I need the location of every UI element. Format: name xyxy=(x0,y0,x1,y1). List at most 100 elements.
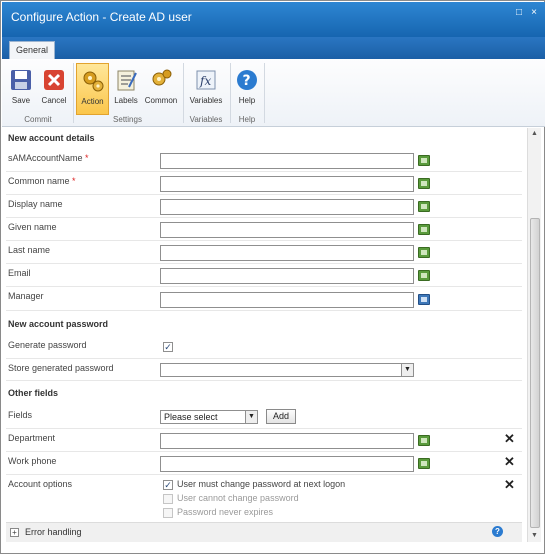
department-label: Department xyxy=(8,433,56,443)
form-row-fields: Fields Please select ▼ Add xyxy=(6,406,522,429)
store-generated-password-label: Store generated password xyxy=(8,363,114,373)
error-handling-label: Error handling xyxy=(25,527,82,537)
email-label: Email xyxy=(8,268,31,278)
help-icon[interactable]: ? xyxy=(492,526,503,537)
password-never-expires-checkbox[interactable] xyxy=(163,508,173,518)
common-button[interactable]: Common xyxy=(143,63,179,115)
fields-label: Fields xyxy=(8,410,33,420)
remove-account-options-icon[interactable]: ✕ xyxy=(504,477,515,493)
generate-password-checkbox[interactable]: ✓ xyxy=(163,342,173,352)
scroll-down-arrow-icon[interactable]: ▼ xyxy=(528,530,541,542)
variable-picker-icon[interactable] xyxy=(418,155,430,166)
must-change-password-label: User must change password at next logon xyxy=(177,479,346,489)
form-row-last-name: Last name xyxy=(6,241,522,264)
form-row-manager: Manager xyxy=(6,287,522,311)
dialog-window: Configure Action - Create AD user □ × Ge… xyxy=(0,0,545,554)
generate-password-label: Generate password xyxy=(8,340,87,350)
ribbon-tab-strip: General xyxy=(2,37,545,59)
ribbon: Save Cancel Commit Action Labels Common … xyxy=(2,59,545,127)
manager-input[interactable] xyxy=(160,292,414,308)
title-bar: Configure Action - Create AD user □ × xyxy=(2,2,545,37)
form-row-samaccountname: sAMAccountName * xyxy=(6,149,522,172)
restore-icon[interactable]: □ xyxy=(513,7,525,19)
department-input[interactable] xyxy=(160,433,414,449)
variable-picker-icon[interactable] xyxy=(418,201,430,212)
fields-select[interactable]: Please select ▼ xyxy=(160,410,258,424)
scrollbar-thumb[interactable] xyxy=(530,218,540,528)
chevron-down-icon: ▼ xyxy=(245,411,257,423)
group-label-commit: Commit xyxy=(24,115,52,124)
vertical-scrollbar[interactable]: ▲ ▼ xyxy=(527,128,541,542)
store-generated-password-select[interactable]: ▼ xyxy=(160,363,414,377)
scroll-up-arrow-icon[interactable]: ▲ xyxy=(528,128,541,140)
section-new-account-details: New account details xyxy=(8,133,95,143)
common-name-label: Common name xyxy=(8,176,70,186)
chevron-down-icon: ▼ xyxy=(401,364,413,376)
close-icon[interactable]: × xyxy=(528,7,540,19)
group-separator xyxy=(183,63,184,123)
samaccountname-label: sAMAccountName xyxy=(8,153,83,163)
account-options-label: Account options xyxy=(8,479,73,489)
cancel-icon xyxy=(44,70,64,90)
save-button[interactable]: Save xyxy=(6,63,36,115)
email-input[interactable] xyxy=(160,268,414,284)
work-phone-input[interactable] xyxy=(160,456,414,472)
variable-picker-icon[interactable] xyxy=(418,458,430,469)
action-gear-icon xyxy=(83,71,103,92)
last-name-input[interactable] xyxy=(160,245,414,261)
group-separator xyxy=(264,63,265,123)
samaccountname-input[interactable] xyxy=(160,153,414,169)
svg-text:fx: fx xyxy=(199,74,211,88)
last-name-label: Last name xyxy=(8,245,51,255)
common-name-input[interactable] xyxy=(160,176,414,192)
variable-picker-icon[interactable] xyxy=(418,435,430,446)
remove-work-phone-icon[interactable]: ✕ xyxy=(504,454,515,470)
remove-department-icon[interactable]: ✕ xyxy=(504,431,515,447)
form-row-work-phone: Work phone ✕ xyxy=(6,452,522,475)
form-row-generate-password: Generate password ✓ xyxy=(6,336,522,359)
form-row-common-name: Common name * xyxy=(6,172,522,195)
form-content: New account details sAMAccountName * Com… xyxy=(6,128,526,543)
error-handling-bar[interactable]: + Error handling ? xyxy=(6,522,522,542)
work-phone-label: Work phone xyxy=(8,456,57,466)
form-row-store-generated-password: Store generated password ▼ xyxy=(6,359,522,381)
variable-picker-icon[interactable] xyxy=(418,270,430,281)
group-label-settings: Settings xyxy=(113,115,142,124)
display-name-label: Display name xyxy=(8,199,63,209)
variable-picker-icon[interactable] xyxy=(418,224,430,235)
variables-button[interactable]: fx Variables xyxy=(186,63,226,115)
tab-general[interactable]: General xyxy=(9,41,55,59)
required-marker: * xyxy=(85,153,89,163)
expand-icon[interactable]: + xyxy=(10,528,19,537)
must-change-password-checkbox[interactable]: ✓ xyxy=(163,480,173,490)
form-row-account-options: Account options ✕ ✓ User must change pas… xyxy=(6,475,522,522)
fields-select-value: Please select xyxy=(164,412,218,422)
cancel-button[interactable]: Cancel xyxy=(38,63,70,115)
given-name-input[interactable] xyxy=(160,222,414,238)
section-other-fields: Other fields xyxy=(8,388,59,398)
user-picker-icon[interactable] xyxy=(418,294,430,305)
variable-picker-icon[interactable] xyxy=(418,247,430,258)
labels-icon xyxy=(117,70,137,91)
form-row-email: Email xyxy=(6,264,522,287)
form-row-display-name: Display name xyxy=(6,195,522,218)
group-label-help: Help xyxy=(238,115,256,124)
form-row-given-name: Given name xyxy=(6,218,522,241)
display-name-input[interactable] xyxy=(160,199,414,215)
password-never-expires-label: Password never expires xyxy=(177,507,274,517)
given-name-label: Given name xyxy=(8,222,57,232)
variable-picker-icon[interactable] xyxy=(418,178,430,189)
manager-label: Manager xyxy=(8,291,44,301)
group-separator xyxy=(73,63,74,123)
action-label: Action xyxy=(81,97,104,106)
save-icon xyxy=(11,70,31,90)
svg-text:?: ? xyxy=(243,73,251,89)
labels-button[interactable]: Labels xyxy=(111,63,141,115)
labels-label: Labels xyxy=(114,96,138,105)
required-marker: * xyxy=(72,176,76,186)
cannot-change-password-checkbox[interactable] xyxy=(163,494,173,504)
help-button[interactable]: ? Help xyxy=(233,63,261,115)
add-field-button[interactable]: Add xyxy=(266,409,296,424)
action-button[interactable]: Action xyxy=(76,63,109,115)
variables-fx-icon: fx xyxy=(196,70,216,90)
